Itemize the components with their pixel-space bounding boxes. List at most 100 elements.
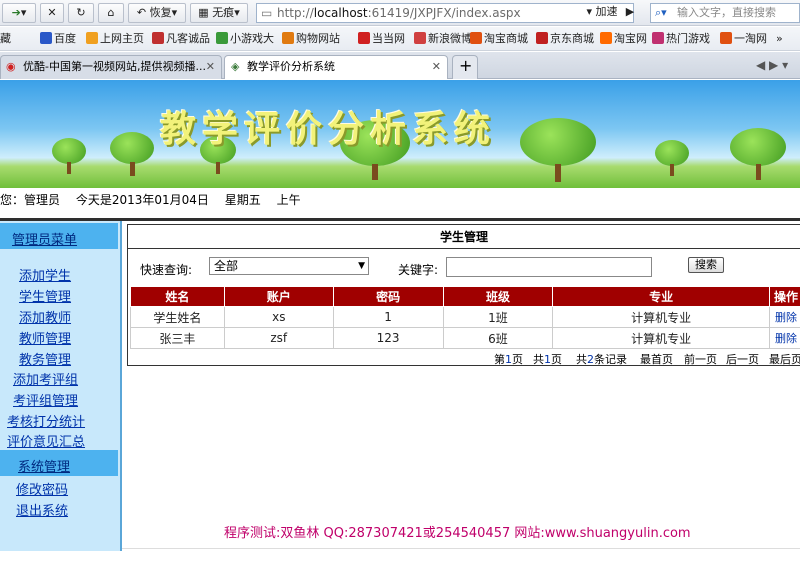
pager-current: 第1页 <box>494 353 523 366</box>
bookmark-icon <box>152 32 164 44</box>
bookmark-item[interactable]: 购物网站 <box>282 27 340 50</box>
bookmark-label: 当当网 <box>372 32 405 45</box>
sidebar-item-student-manage[interactable]: 学生管理 <box>19 286 71 305</box>
cell-major: 计算机专业 <box>552 306 770 328</box>
refresh-icon: ↻ <box>76 6 86 19</box>
student-manage-panel: 学生管理 快速查询: 全部 ▼ 关键字: 搜索 姓名 账户 密码 班级 专业 操… <box>127 224 800 366</box>
cell-password: 123 <box>332 327 444 349</box>
bookmark-label: 凡客诚品 <box>166 32 210 45</box>
speedup-button[interactable]: ▾ 加速 <box>580 3 624 23</box>
search-placeholder: 输入文字，直接搜索 <box>677 6 776 19</box>
bookmark-label: 新浪微博 <box>428 32 472 45</box>
table-header-row: 姓名 账户 密码 班级 专业 操作 <box>130 286 800 307</box>
keyword-label: 关键字: <box>398 263 439 277</box>
keyword-input[interactable] <box>446 257 652 277</box>
new-tab-button[interactable]: + <box>452 55 478 79</box>
bookmark-item[interactable]: 热门游戏 <box>652 27 710 50</box>
bookmark-item[interactable]: 淘宝商城 <box>470 27 528 50</box>
search-input[interactable]: ⌕▾ 输入文字，直接搜索 <box>650 3 800 23</box>
play-icon: ▶ <box>625 5 635 18</box>
pager-prev[interactable]: 前一页 <box>684 351 717 367</box>
close-icon[interactable]: ✕ <box>206 56 215 78</box>
sidebar-item-academic-manage[interactable]: 教务管理 <box>19 349 71 368</box>
sidebar-item-add-teacher[interactable]: 添加教师 <box>19 307 71 326</box>
url-rest: :61419/JXPJFX/index.aspx <box>367 6 521 20</box>
bookmark-item[interactable]: 淘宝网 <box>600 27 647 50</box>
menu-head-label[interactable]: 管理员菜单 <box>12 229 77 248</box>
bookmark-label: 购物网站 <box>296 32 340 45</box>
arrow-right-icon: ➔ <box>11 6 21 19</box>
bookmark-icon <box>536 32 548 44</box>
refresh-button[interactable]: ↻ <box>68 3 94 23</box>
delete-link[interactable]: 删除 <box>769 327 800 349</box>
tab-youku[interactable]: ◉ 优酷-中国第一视频网站,提供视频播... ✕ <box>0 55 222 79</box>
bookmark-icon <box>414 32 426 44</box>
pager-first[interactable]: 最首页 <box>640 351 673 367</box>
sidebar-item-teacher-manage[interactable]: 教师管理 <box>19 328 71 347</box>
sidebar-item-opinion-summary[interactable]: 评价意见汇总 <box>7 431 85 450</box>
close-icon: ✕ <box>47 6 57 19</box>
address-bar[interactable]: ▭ http://localhost:61419/JXPJFX/index.as… <box>256 3 634 23</box>
restore-button[interactable]: ↶ 恢复▾ <box>128 3 186 23</box>
bookmark-label: 京东商城 <box>550 32 594 45</box>
notrace-button[interactable]: ▦ 无痕▾ <box>190 3 248 23</box>
col-name: 姓名 <box>130 286 225 307</box>
menu-head-label[interactable]: 系统管理 <box>18 456 70 475</box>
quick-search-label: 快速查询: <box>140 263 193 277</box>
footer-text: 程序测试:双鱼林 QQ:287307421或254540457 网站:www.s… <box>224 526 691 541</box>
banner: 教学评价分析系统 <box>0 80 800 188</box>
home-button[interactable]: ⌂ <box>98 3 124 23</box>
bookmark-icon <box>720 32 732 44</box>
sidebar-item-add-group[interactable]: 添加考评组 <box>13 369 78 388</box>
sidebar-item-score-stats[interactable]: 考核打分统计 <box>7 411 85 430</box>
bookmark-item[interactable]: 当当网 <box>358 27 405 50</box>
bookmark-item[interactable]: 凡客诚品 <box>152 27 210 50</box>
date-text: 今天是2013年01月04日 <box>75 193 209 207</box>
stop-button[interactable]: ✕ <box>40 3 64 23</box>
go-button[interactable]: ▶ <box>622 3 638 23</box>
search-icon: ⌕▾ <box>655 6 667 19</box>
banner-title: 教学评价分析系统 <box>160 108 497 150</box>
bookmark-label: 藏 <box>0 32 11 45</box>
bookmark-item[interactable]: 小游戏大 <box>216 27 274 50</box>
student-table: 姓名 账户 密码 班级 专业 操作 学生姓名 xs 1 1班 计算机专业 删除 … <box>130 286 800 349</box>
bookmark-item[interactable]: 京东商城 <box>536 27 594 50</box>
tab-label: 教学评价分析系统 <box>247 60 335 73</box>
bookmark-item[interactable]: 百度 <box>40 27 76 50</box>
pager-next[interactable]: 后一页 <box>726 351 759 367</box>
forward-button[interactable]: ➔▾ <box>2 3 36 23</box>
bookmark-item[interactable]: 一淘网 <box>720 27 767 50</box>
cell-major: 计算机专业 <box>552 327 770 349</box>
cell-password: 1 <box>332 306 444 328</box>
table-row: 张三丰 zsf 123 6班 计算机专业 删除 <box>130 327 800 349</box>
bookmark-label: 淘宝网 <box>614 32 647 45</box>
chevron-down-icon: ▼ <box>358 261 365 271</box>
youku-icon: ◉ <box>6 60 16 73</box>
bookmark-icon <box>216 32 228 44</box>
bookmark-item[interactable]: 藏 <box>0 27 11 50</box>
user-info-line: 您：管理员 今天是2013年01月04日 星期五 上午 <box>0 188 800 220</box>
cell-name: 学生姓名 <box>130 306 225 328</box>
sidebar-item-group-manage[interactable]: 考评组管理 <box>13 390 78 409</box>
bookmark-item[interactable]: 上网主页 <box>86 27 144 50</box>
close-icon[interactable]: ✕ <box>432 56 441 78</box>
tab-scroll-icon[interactable]: ◀ ▶ ▾ <box>756 58 788 72</box>
footer-divider <box>122 548 800 549</box>
bookmark-item[interactable]: » <box>776 27 783 50</box>
bookmark-icon <box>86 32 98 44</box>
bookmark-label: 小游戏大 <box>230 32 274 45</box>
delete-link[interactable]: 删除 <box>769 306 800 328</box>
pager-last[interactable]: 最后页 <box>769 351 800 367</box>
sidebar-item-logout[interactable]: 退出系统 <box>16 500 68 519</box>
search-button[interactable]: 搜索 <box>688 257 724 273</box>
bookmark-icon <box>282 32 294 44</box>
period-text: 上午 <box>276 193 301 207</box>
sidebar-item-add-student[interactable]: 添加学生 <box>19 265 71 284</box>
sidebar-item-change-password[interactable]: 修改密码 <box>16 479 68 498</box>
bookmark-label: 热门游戏 <box>666 32 710 45</box>
table-row: 学生姓名 xs 1 1班 计算机专业 删除 <box>130 306 800 328</box>
tab-current[interactable]: ◈ 教学评价分析系统 ✕ <box>224 55 448 79</box>
bookmark-icon <box>652 32 664 44</box>
quick-search-select[interactable]: 全部 ▼ <box>209 257 369 275</box>
bookmark-item[interactable]: 新浪微博 <box>414 27 472 50</box>
